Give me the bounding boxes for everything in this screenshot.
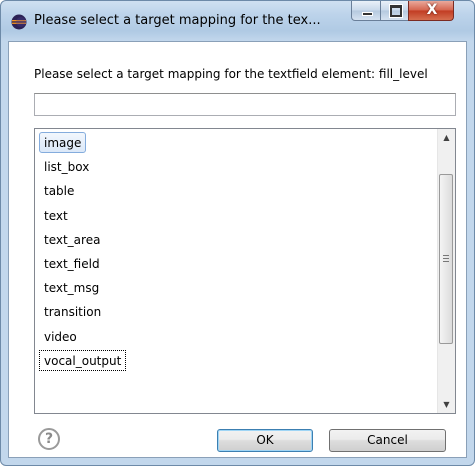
list-item[interactable]: transition [37,300,435,324]
list-item[interactable]: text [37,204,435,228]
mapping-list[interactable]: image list_boxtable text text_area text_fiel… [34,128,456,414]
list-item[interactable]: image [37,131,435,155]
eclipse-icon [11,14,27,30]
list-item-label: text_field [44,256,100,271]
window-title: Please select a target mapping for the t… [34,13,321,28]
list-item[interactable]: text_field [37,252,435,276]
minimize-icon [362,12,373,16]
filter-input[interactable] [34,93,456,116]
ok-button[interactable]: OK [217,429,313,452]
minimize-button[interactable] [351,1,381,21]
list-item[interactable]: list_box [37,155,435,179]
list-item[interactable]: text_area [37,228,435,252]
close-button[interactable]: X [408,1,454,21]
prompt-label: Please select a target mapping for the t… [34,67,428,81]
scroll-thumb[interactable] [439,174,453,344]
list-item[interactable]: video [37,325,435,349]
grip-icon [443,255,449,262]
mapping-list-items: image list_boxtable text text_area text_fiel… [37,131,435,373]
list-item[interactable]: text_msg [37,276,435,300]
maximize-button[interactable] [380,1,409,21]
title-bar[interactable]: Please select a target mapping for the t… [1,1,474,41]
maximize-icon [390,5,402,17]
dialog-window: Please select a target mapping for the t… [0,0,475,466]
list-item-label: text_msg [44,281,100,296]
close-icon: X [426,2,438,18]
list-item-label: vocal_output [44,353,122,368]
vertical-scrollbar[interactable]: ▲ ▼ [437,129,455,413]
help-icon[interactable]: ? [38,428,60,450]
scroll-up-icon[interactable]: ▲ [438,129,455,146]
list-item[interactable]: table [37,179,435,203]
list-item-label: video [44,329,77,344]
list-item-label: table [44,184,75,199]
list-item-label: list_box [44,160,90,175]
dialog-client-area: Please select a target mapping for the t… [8,41,467,458]
list-item[interactable]: vocal_output [37,349,435,373]
list-item-label: image [44,136,82,150]
cancel-button[interactable]: Cancel [329,429,446,452]
list-item-label: text [44,208,68,223]
scroll-down-icon[interactable]: ▼ [438,396,455,413]
list-item-label: text_area [44,232,101,247]
list-item-label: transition [44,305,102,320]
window-controls: X [351,1,467,23]
